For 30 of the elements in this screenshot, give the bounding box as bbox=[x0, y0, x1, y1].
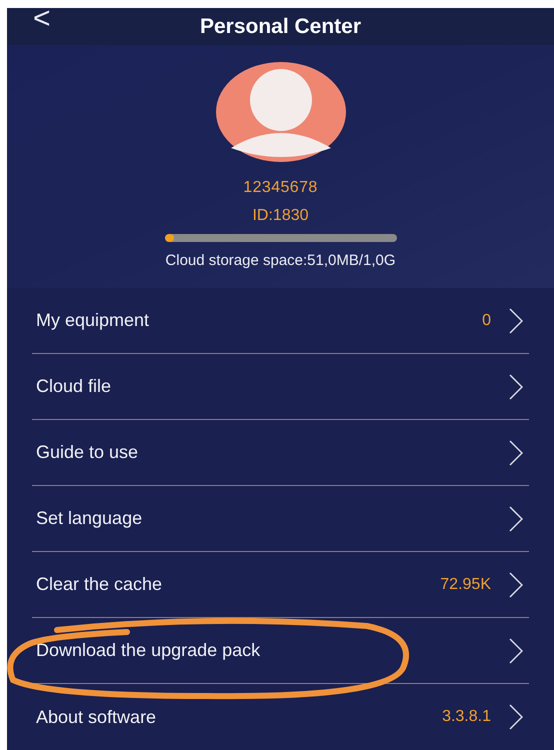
chevron-right-icon bbox=[509, 572, 523, 598]
menu-item[interactable]: Download the upgrade pack bbox=[32, 618, 529, 684]
menu-label: Clear the cache bbox=[36, 573, 164, 596]
menu-label: About software bbox=[36, 706, 158, 728]
user-id: ID:1830 bbox=[252, 206, 309, 226]
menu-label: My equipment bbox=[36, 309, 150, 332]
avatar-icon bbox=[214, 62, 346, 162]
menu-value: 3.3.8.1 bbox=[442, 707, 491, 727]
chevron-right-icon bbox=[509, 308, 523, 334]
menu-value: 72.95K bbox=[440, 574, 491, 594]
menu-item[interactable]: About software 3.3.8.1 bbox=[32, 684, 529, 750]
menu-item[interactable]: Guide to use bbox=[32, 420, 529, 486]
menu-item[interactable]: Clear the cache 72.95K bbox=[32, 552, 529, 618]
back-button[interactable]: < bbox=[33, 4, 51, 34]
chevron-right-icon bbox=[509, 638, 523, 664]
chevron-right-icon bbox=[509, 374, 523, 400]
menu-label: Set language bbox=[36, 507, 144, 530]
menu-label: Download the upgrade pack bbox=[36, 639, 262, 662]
menu-item[interactable]: My equipment 0 bbox=[32, 288, 529, 354]
menu-value: 0 bbox=[482, 310, 491, 330]
chevron-right-icon bbox=[509, 704, 523, 730]
storage-label: Cloud storage space:51,0MB/1,0G bbox=[165, 250, 396, 271]
menu-item[interactable]: Set language bbox=[32, 486, 529, 552]
menu-item[interactable]: Cloud file bbox=[32, 354, 529, 420]
chevron-right-icon bbox=[509, 440, 523, 466]
username: 12345678 bbox=[243, 178, 318, 198]
menu-label: Guide to use bbox=[36, 441, 140, 464]
page-title: Personal Center bbox=[200, 14, 362, 40]
menu-label: Cloud file bbox=[36, 375, 112, 398]
chevron-right-icon bbox=[509, 506, 523, 532]
